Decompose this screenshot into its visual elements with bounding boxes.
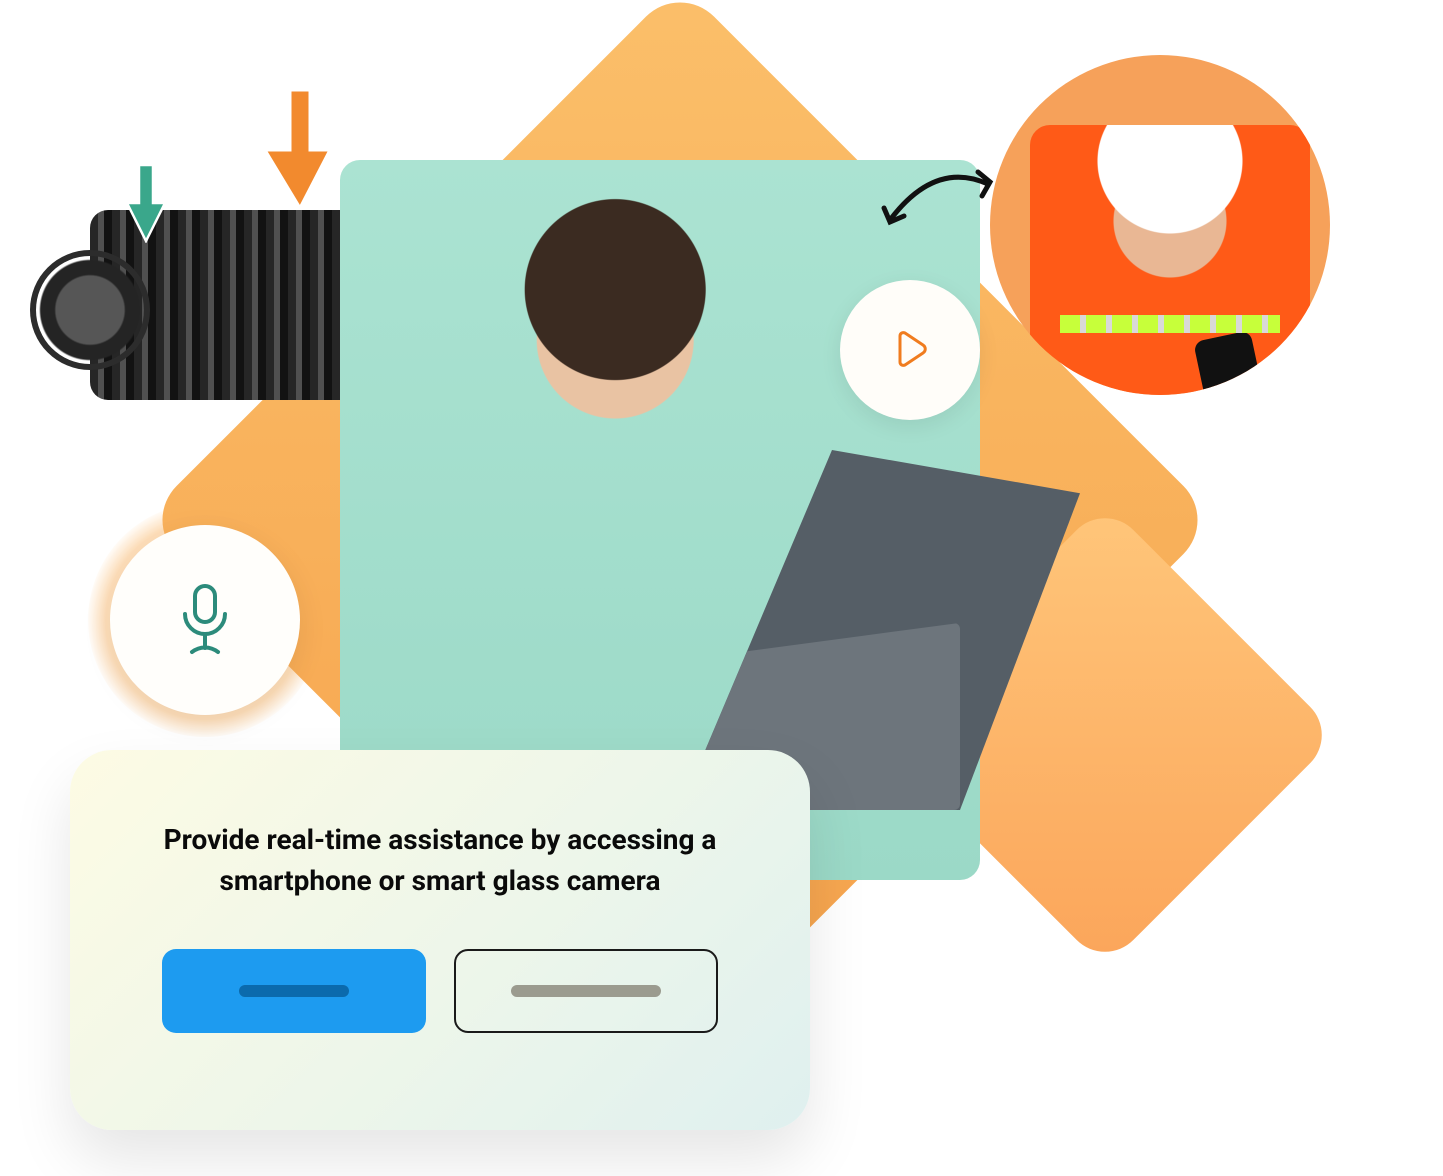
- secondary-cta-placeholder: [511, 985, 661, 997]
- secondary-cta-button[interactable]: [454, 949, 718, 1033]
- field-worker-circle: [990, 55, 1330, 395]
- primary-cta-placeholder: [239, 985, 349, 997]
- card-headline: Provide real-time assistance by accessin…: [130, 820, 750, 901]
- smartphone-image: [1193, 330, 1273, 395]
- microphone-icon: [170, 580, 240, 660]
- info-card: Provide real-time assistance by accessin…: [70, 750, 810, 1130]
- microphone-bubble: [110, 525, 300, 715]
- primary-cta-button[interactable]: [162, 949, 426, 1033]
- field-worker-image: [1030, 125, 1310, 395]
- play-icon: [888, 328, 932, 372]
- arrow-down-orange-icon: [265, 90, 335, 210]
- arrow-down-green-icon: [125, 165, 167, 243]
- play-bubble: [840, 280, 980, 420]
- card-actions: [162, 949, 718, 1033]
- swap-arrow-icon: [870, 150, 1000, 250]
- hero-composition: Provide real-time assistance by accessin…: [0, 0, 1443, 1176]
